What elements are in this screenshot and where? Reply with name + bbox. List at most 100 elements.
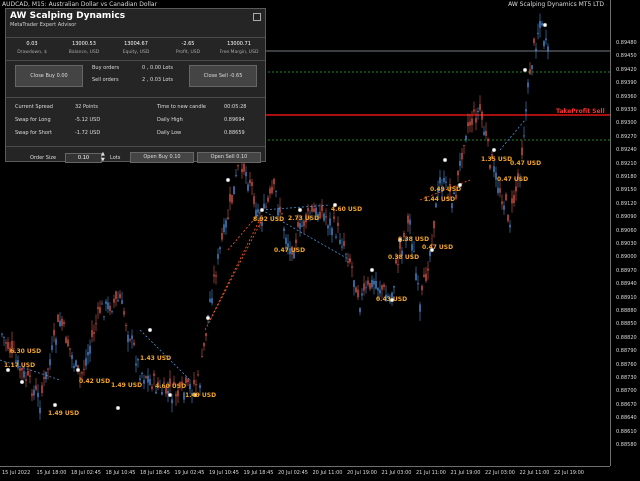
candle-body [205, 333, 207, 337]
candle-body [359, 308, 361, 313]
stepper-down-icon[interactable]: ▼ [101, 157, 105, 163]
candle-body [215, 275, 217, 277]
profit-label: 0.47 USD [497, 176, 529, 183]
swap-long-value: -5.12 USD [75, 117, 101, 123]
candle-body [129, 339, 131, 341]
time-tick-label: 19 Jul 18:45 [243, 470, 274, 476]
candle-body [219, 247, 221, 250]
candle-body [381, 285, 383, 290]
candle-body [455, 194, 457, 199]
close-sell-button[interactable]: Close Sell -0.65 [189, 65, 257, 87]
candle-body [3, 336, 5, 338]
candle-body [271, 186, 273, 194]
candle-body [245, 172, 247, 177]
candle-body [281, 213, 283, 215]
trade-marker [259, 207, 265, 213]
candle-body [47, 368, 49, 370]
candle-body [155, 391, 157, 394]
candle-body [217, 254, 219, 259]
candle-body [81, 372, 83, 374]
time-axis[interactable]: 15 Jul 2022 15 Jul 18:00 18 Jul 02:45 18 Ju… [0, 466, 610, 481]
trade-marker [442, 157, 448, 163]
candle-body [523, 135, 525, 137]
candle-body [457, 170, 459, 176]
daily-low-label: Daily Low [157, 130, 182, 136]
candle-body [275, 190, 277, 192]
minimize-icon[interactable] [253, 13, 261, 21]
candle-body [125, 325, 127, 327]
time-tick-label: 21 Jul 03:00 [381, 470, 412, 476]
candle-body [263, 203, 265, 209]
order-size-input[interactable] [65, 153, 102, 163]
open-buy-button[interactable]: Open Buy 0.10 [130, 152, 194, 163]
ea-panel[interactable]: AW Scalping Dynamics MetaTrader Expert A… [5, 8, 266, 163]
candle-body [461, 153, 463, 160]
candle-body [473, 109, 475, 112]
candle-body [209, 298, 211, 302]
candle-body [333, 216, 335, 219]
stat-value: -2.65 [181, 41, 195, 47]
candle-body [283, 228, 285, 231]
candle-body [107, 302, 109, 310]
candle-body [193, 379, 195, 384]
candle-body [41, 385, 43, 393]
candle-body [233, 186, 235, 195]
candle-body [265, 206, 267, 208]
candle-body [347, 261, 349, 263]
candle-body [529, 69, 531, 75]
candle-body [121, 300, 123, 304]
open-sell-button[interactable]: Open Sell 0.10 [197, 152, 261, 163]
candle-body [331, 228, 333, 236]
profit-label: 1.43 USD [140, 355, 172, 362]
candle-body [189, 384, 191, 390]
profit-label: 4.60 USD [331, 206, 363, 213]
stat-value: 13004.67 [124, 41, 148, 47]
candle-body [171, 399, 173, 404]
price-axis[interactable]: 0.89480 0.89450 0.89420 0.89390 0.89360 0.893… [610, 0, 640, 466]
time-tick-label: 19 Jul 10:45 [209, 470, 239, 476]
profit-label: 0.38 USD [388, 254, 420, 261]
candle-body [31, 393, 33, 397]
swap-short-value: -1.72 USD [75, 130, 101, 136]
candle-body [505, 194, 507, 201]
sell-orders-label: Sell orders [92, 77, 119, 83]
candle-body [445, 181, 447, 183]
candle-body [253, 196, 255, 205]
candle-body [227, 217, 229, 220]
candle-body [439, 177, 441, 184]
trade-marker [297, 207, 303, 213]
candle-body [475, 117, 477, 123]
candle-body [237, 165, 239, 167]
daily-low-value: 0.88659 [224, 130, 245, 136]
candle-body [199, 385, 201, 389]
buy-orders-label: Buy orders [92, 65, 120, 71]
candle-body [231, 194, 233, 203]
candle-body [487, 138, 489, 142]
price-tick-label: 0.88880 [616, 308, 637, 314]
candle-body [167, 390, 169, 394]
candle-body [61, 318, 63, 326]
candle-body [103, 316, 105, 318]
candle-body [537, 32, 539, 34]
candle-body [25, 379, 27, 381]
profit-label: 1.49 USD [48, 410, 80, 417]
candle-body [65, 337, 67, 344]
profit-label: 0.42 USD [79, 378, 111, 385]
price-tick-label: 0.88580 [616, 442, 637, 448]
price-tick-label: 0.89000 [616, 254, 637, 261]
time-tick-label: 21 Jul 19:00 [450, 470, 481, 476]
price-tick-label: 0.88940 [616, 281, 637, 288]
candle-body [127, 334, 129, 343]
candle-body [143, 379, 145, 384]
candle-body [1, 333, 3, 335]
candle-body [133, 342, 135, 345]
profit-label: 1.49 USD [111, 382, 143, 389]
candle-body [467, 122, 469, 127]
candle-body [235, 175, 237, 177]
close-buy-button[interactable]: Close Buy 0.00 [15, 65, 83, 87]
candle-body [269, 188, 271, 194]
candle-body [297, 222, 299, 227]
profit-label: 0.49 USD [430, 186, 462, 193]
account-stats: 0.03 Drawdown, $ 13000.53 Balance, USD 1… [6, 37, 265, 61]
take-profit-label: TakeProfit Sell [556, 108, 605, 115]
